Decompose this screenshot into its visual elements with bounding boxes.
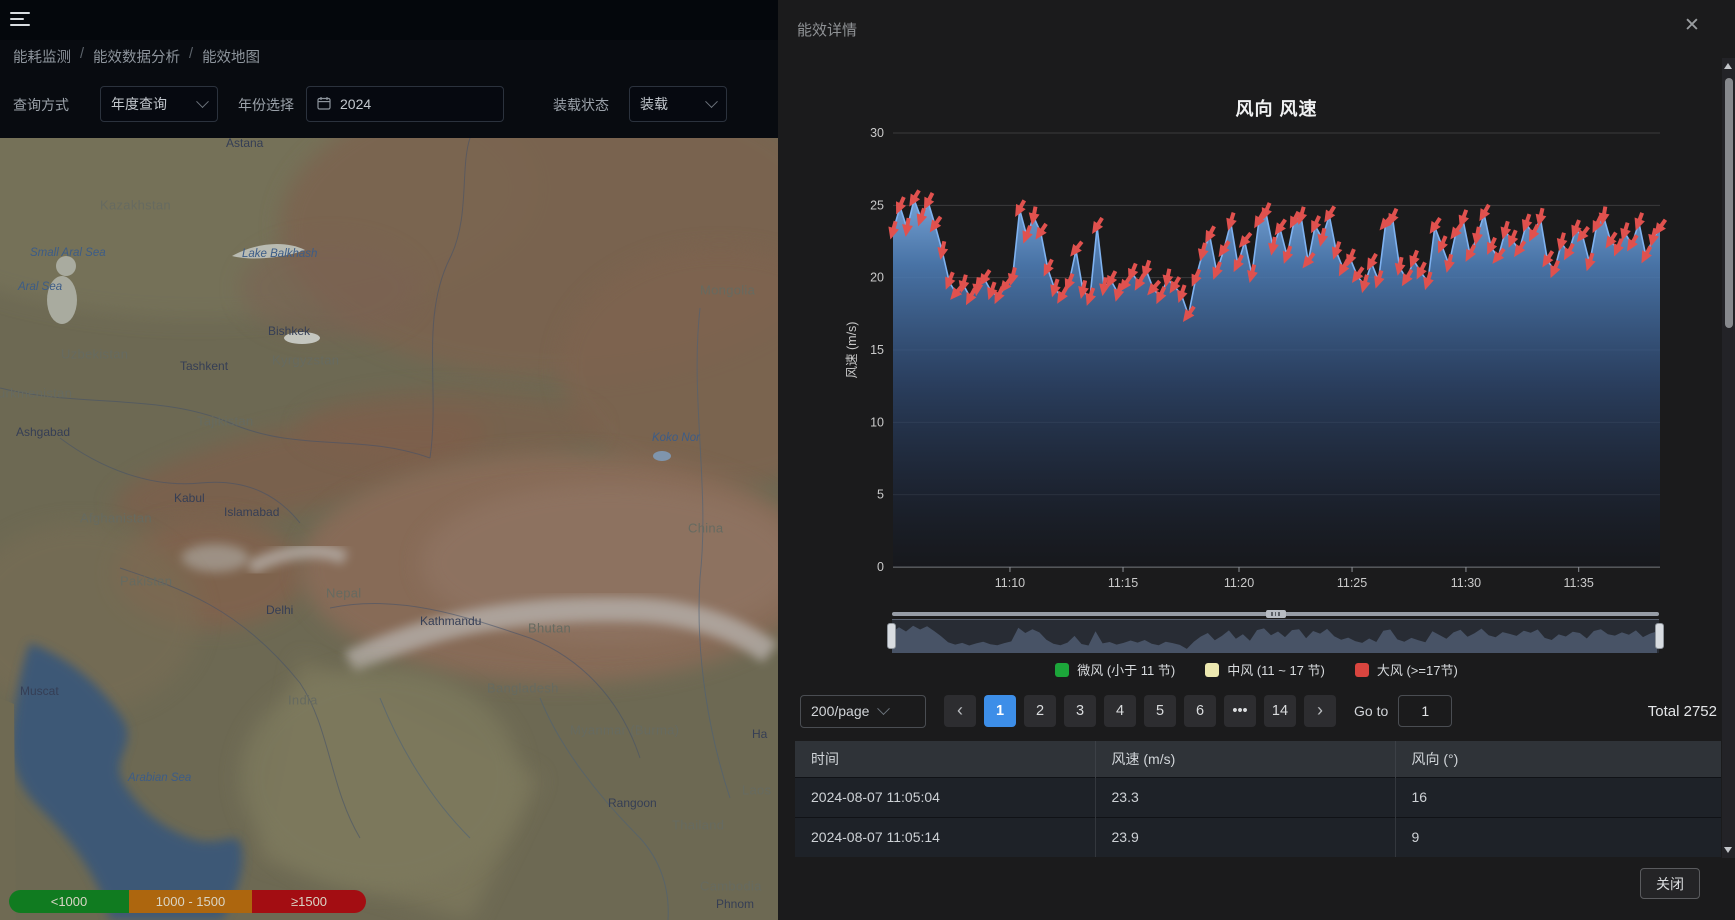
datazoom-slider[interactable] [892,612,1659,654]
breadcrumb-separator: / [80,46,84,67]
goto-page-input[interactable] [1398,695,1452,727]
svg-text:11:15: 11:15 [1108,576,1138,590]
total-count: Total 2752 [1648,703,1717,720]
scroll-down-icon[interactable] [1724,847,1732,853]
breadcrumb-item-3[interactable]: 能效地图 [202,46,260,67]
chevron-down-icon [705,95,718,108]
legend-swatch [1055,663,1069,677]
svg-text:20: 20 [870,271,884,285]
breadcrumb: 能耗监测 / 能效数据分析 / 能效地图 [13,46,260,67]
legend-swatch [1205,663,1219,677]
table-cell: 9 [1395,817,1721,857]
svg-text:11:30: 11:30 [1451,576,1481,590]
datazoom-right-handle[interactable] [1655,623,1664,649]
year-select-label: 年份选择 [238,95,294,115]
legend-item[interactable]: 微风 (小于 11 节) [1055,660,1175,679]
menu-hamburger-icon[interactable] [10,12,32,28]
page-button-2[interactable]: 2 [1024,695,1056,727]
svg-text:30: 30 [870,126,884,140]
table-row[interactable]: 2024-08-07 11:05:1423.99 [795,817,1721,857]
svg-text:11:10: 11:10 [995,576,1025,590]
svg-text:10: 10 [870,415,884,429]
top-app-bar [0,0,778,40]
query-mode-label: 查询方式 [13,95,69,115]
page-size-select[interactable]: 200/page [800,695,926,728]
calendar-icon [317,96,331,113]
breadcrumb-item-1[interactable]: 能耗监测 [13,46,71,67]
map-legend-segment: 1000 - 1500 [129,890,252,913]
filter-bar: 查询方式 年度查询 年份选择 2024 装载状态 装载 [0,84,778,126]
table-cell: 2024-08-07 11:05:14 [795,817,1095,857]
load-state-select[interactable]: 装载 [629,86,727,122]
svg-text:25: 25 [870,198,884,212]
map-color-legend: <10001000 - 1500≥1500 [9,890,366,913]
datazoom-brush-area[interactable] [892,619,1659,653]
scroll-up-icon[interactable] [1724,63,1732,69]
wind-chart[interactable]: 0 5 10 15 20 25 30 11:10 11:15 11:20 11:25 11:30 11:… [778,0,1735,612]
table-header-cell: 时间 [795,741,1095,777]
legend-item[interactable]: 中风 (11 ~ 17 节) [1205,660,1325,679]
page-button-6[interactable]: 6 [1184,695,1216,727]
table-cell: 2024-08-07 11:05:04 [795,777,1095,817]
query-mode-value: 年度查询 [111,94,188,114]
table-row[interactable]: 2024-08-07 11:05:0423.316 [795,777,1721,817]
goto-label: Go to [1354,703,1388,719]
breadcrumb-separator: / [189,46,193,67]
energy-efficiency-map[interactable]: KazakhstanUzbekistanurkmenistanKyrgyzsta… [0,138,778,920]
year-date-picker[interactable]: 2024 [306,86,504,122]
svg-text:11:25: 11:25 [1337,576,1367,590]
table-header-cell: 风向 (°) [1395,741,1721,777]
chevron-down-icon [878,702,891,715]
close-button[interactable]: 关闭 [1640,868,1700,899]
svg-text:11:20: 11:20 [1224,576,1254,590]
map-legend-segment: <1000 [9,890,129,913]
table-cell: 23.9 [1095,817,1395,857]
page-button-3[interactable]: 3 [1064,695,1096,727]
pagination: 200/page ‹ 123456•••14 › Go to Total 275… [800,694,1717,728]
prev-page-button[interactable]: ‹ [944,695,976,727]
chart-legend: 微风 (小于 11 节) 中风 (11 ~ 17 节) 大风 (>=17节) [778,660,1735,679]
legend-label: 中风 (11 ~ 17 节) [1227,660,1325,679]
year-value: 2024 [340,96,493,112]
legend-item[interactable]: 大风 (>=17节) [1355,660,1458,679]
table-header-cell: 风速 (m/s) [1095,741,1395,777]
datazoom-grip-icon[interactable] [1266,610,1286,618]
page-button-1[interactable]: 1 [984,695,1016,727]
panel-scrollbar[interactable] [1722,58,1735,858]
page-button-4[interactable]: 4 [1104,695,1136,727]
legend-label: 大风 (>=17节) [1377,660,1458,679]
table-cell: 23.3 [1095,777,1395,817]
page-size-value: 200/page [811,703,869,719]
legend-label: 微风 (小于 11 节) [1077,660,1175,679]
scrollbar-thumb[interactable] [1725,78,1733,328]
svg-text:0: 0 [877,560,884,574]
svg-text:风速 (m/s): 风速 (m/s) [845,322,859,379]
page-ellipsis-button[interactable]: ••• [1224,695,1256,727]
map-page-background: 能耗监测 / 能效数据分析 / 能效地图 查询方式 年度查询 年份选择 2024 装载状… [0,0,778,920]
datazoom-sparkline [892,620,1657,653]
table-cell: 16 [1395,777,1721,817]
map-legend-segment: ≥1500 [252,890,366,913]
map-terrain [0,138,778,920]
svg-text:15: 15 [870,343,884,357]
legend-swatch [1355,663,1369,677]
next-page-button[interactable]: › [1304,695,1336,727]
datazoom-track[interactable] [892,612,1659,616]
load-state-value: 装载 [640,94,697,114]
page-button-5[interactable]: 5 [1144,695,1176,727]
svg-text:5: 5 [877,488,884,502]
svg-text:11:35: 11:35 [1564,576,1594,590]
query-mode-select[interactable]: 年度查询 [100,86,218,122]
page-button-14[interactable]: 14 [1264,695,1296,727]
breadcrumb-item-2[interactable]: 能效数据分析 [93,46,180,67]
wind-data-table: 时间风速 (m/s)风向 (°) 2024-08-07 11:05:0423.3… [795,741,1721,857]
detail-drawer: 能效详情 ✕ 风向 风速 05101520253011:1011:1511:20… [778,0,1735,920]
chevron-down-icon [196,95,209,108]
load-state-label: 装载状态 [553,95,609,115]
datazoom-left-handle[interactable] [887,623,896,649]
